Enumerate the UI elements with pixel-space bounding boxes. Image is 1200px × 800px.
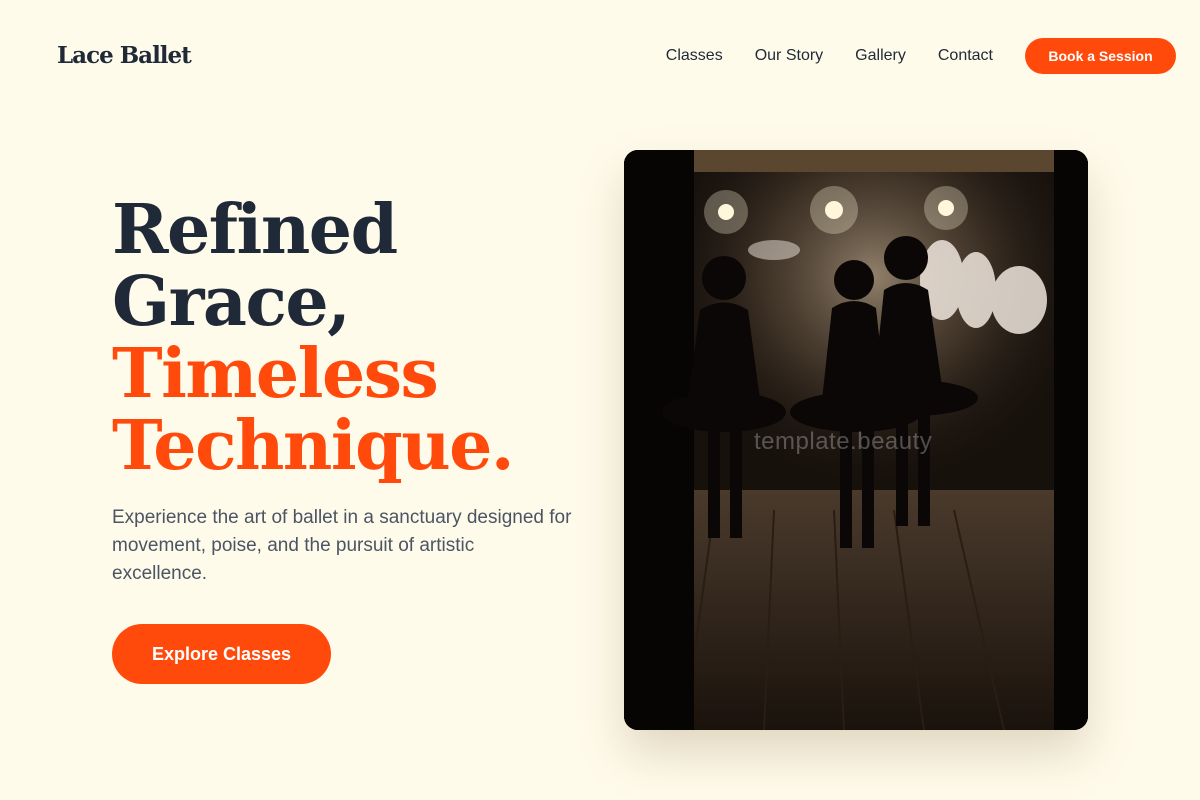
- nav-link-classes[interactable]: Classes: [666, 47, 723, 65]
- site-header: Lace Ballet Classes Our Story Gallery Co…: [0, 0, 1200, 112]
- headline-line-4: Technique.: [112, 406, 515, 486]
- headline-line-1: Refined: [112, 190, 398, 270]
- nav-link-our-story[interactable]: Our Story: [755, 47, 823, 65]
- nav-link-gallery[interactable]: Gallery: [855, 47, 906, 65]
- headline-line-3: Timeless: [112, 334, 439, 414]
- hero-headline: Refined Grace, Timeless Technique.: [112, 194, 572, 482]
- brand-logo[interactable]: Lace Ballet: [57, 42, 192, 69]
- hero-description: Experience the art of ballet in a sanctu…: [112, 507, 572, 584]
- nav-link-contact[interactable]: Contact: [938, 47, 993, 65]
- explore-classes-button[interactable]: Explore Classes: [112, 624, 331, 684]
- headline-line-2: Grace,: [112, 262, 351, 342]
- hero-section: Refined Grace, Timeless Technique. Exper…: [112, 194, 572, 588]
- main-nav: Classes Our Story Gallery Contact Book a…: [666, 38, 1176, 74]
- hero-image: template.beauty: [624, 150, 1088, 730]
- book-session-button[interactable]: Book a Session: [1025, 38, 1176, 74]
- image-watermark: template.beauty: [754, 428, 933, 455]
